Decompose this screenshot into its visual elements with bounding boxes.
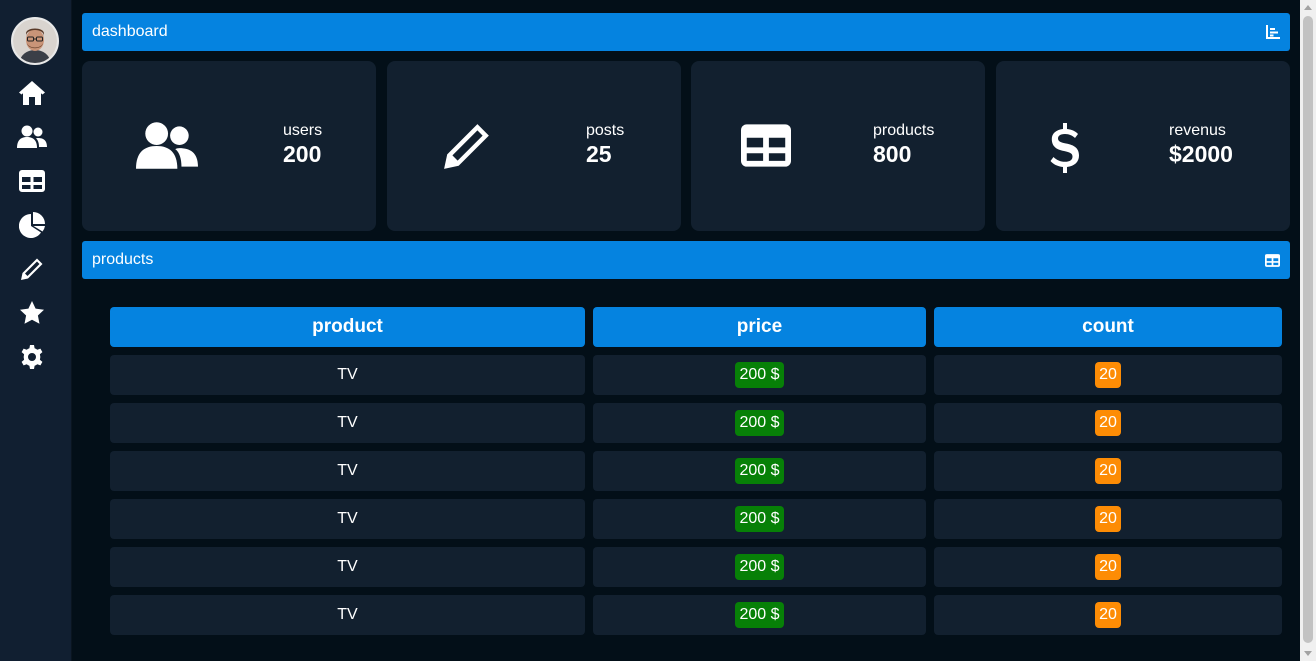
- count-badge: 20: [1095, 410, 1121, 436]
- table-cell-count: 20: [934, 499, 1282, 539]
- count-badge: 20: [1095, 506, 1121, 532]
- table-cell-price: 200 $: [593, 355, 926, 395]
- pencil-icon: [21, 258, 43, 280]
- user-avatar[interactable]: [11, 17, 59, 65]
- table-cell-product: TV: [110, 595, 585, 635]
- table-icon: [19, 170, 45, 192]
- count-badge: 20: [1095, 554, 1121, 580]
- page-scrollbar[interactable]: [1300, 0, 1316, 661]
- dashboard-header: dashboard: [82, 13, 1290, 51]
- sidebar-item-favorites[interactable]: [14, 296, 50, 330]
- table-cell-price: 200 $: [593, 403, 926, 443]
- scroll-down-arrow[interactable]: [1304, 651, 1312, 656]
- stat-card-users: users 200: [82, 61, 376, 231]
- table-cell-product: TV: [110, 499, 585, 539]
- product-name: TV: [337, 510, 358, 527]
- table-cell-count: 20: [934, 547, 1282, 587]
- pie-chart-icon: [19, 212, 45, 238]
- users-icon: [136, 121, 198, 171]
- product-name: TV: [337, 606, 358, 623]
- sidebar-item-users[interactable]: [14, 120, 50, 154]
- table-cell-count: 20: [934, 403, 1282, 443]
- stats-cards: users 200 posts 25 products 800 revenus …: [82, 61, 1290, 231]
- table-icon: [741, 124, 791, 167]
- column-header-price[interactable]: price: [593, 307, 926, 347]
- count-badge: 20: [1095, 458, 1121, 484]
- star-icon: [20, 301, 44, 324]
- count-badge: 20: [1095, 602, 1121, 628]
- table-cell-product: TV: [110, 547, 585, 587]
- table-cell-price: 200 $: [593, 547, 926, 587]
- users-icon: [17, 125, 47, 148]
- price-badge: 200 $: [735, 554, 784, 580]
- gear-icon: [21, 345, 43, 369]
- column-header-count[interactable]: count: [934, 307, 1282, 347]
- table-cell-price: 200 $: [593, 499, 926, 539]
- sidebar-item-charts[interactable]: [14, 208, 50, 242]
- stat-value: $2000: [1169, 141, 1233, 167]
- stat-card-posts: posts 25: [387, 61, 681, 231]
- products-title: products: [92, 251, 154, 268]
- stat-value: 800: [873, 141, 912, 167]
- table-cell-price: 200 $: [593, 595, 926, 635]
- product-name: TV: [337, 366, 358, 383]
- product-name: TV: [337, 414, 358, 431]
- price-badge: 200 $: [735, 602, 784, 628]
- sidebar: [0, 0, 72, 661]
- table-cell-price: 200 $: [593, 451, 926, 491]
- column-header-product[interactable]: product: [110, 307, 585, 347]
- sidebar-item-settings[interactable]: [14, 340, 50, 374]
- table-cell-count: 20: [934, 451, 1282, 491]
- price-badge: 200 $: [735, 410, 784, 436]
- table-icon[interactable]: [1265, 253, 1280, 267]
- stat-card-revenue: revenus $2000: [996, 61, 1290, 231]
- scroll-up-arrow[interactable]: [1304, 5, 1312, 10]
- dashboard-title: dashboard: [92, 23, 168, 40]
- sidebar-item-posts[interactable]: [14, 252, 50, 286]
- scroll-thumb[interactable]: [1303, 16, 1313, 643]
- price-badge: 200 $: [735, 458, 784, 484]
- stat-label: users: [283, 122, 323, 139]
- stat-value: 200: [283, 141, 322, 167]
- pencil-icon: [442, 121, 492, 171]
- bar-chart-icon[interactable]: [1266, 25, 1280, 39]
- sidebar-item-home[interactable]: [14, 76, 50, 110]
- table-cell-count: 20: [934, 355, 1282, 395]
- sidebar-item-table[interactable]: [14, 164, 50, 198]
- price-badge: 200 $: [735, 506, 784, 532]
- stat-card-products: products 800: [691, 61, 985, 231]
- stat-label: posts: [586, 122, 625, 139]
- product-name: TV: [337, 558, 358, 575]
- table-cell-count: 20: [934, 595, 1282, 635]
- count-badge: 20: [1095, 362, 1121, 388]
- price-badge: 200 $: [735, 362, 784, 388]
- stat-label: products: [873, 122, 935, 139]
- stat-value: 25: [586, 141, 612, 167]
- table-cell-product: TV: [110, 403, 585, 443]
- product-name: TV: [337, 462, 358, 479]
- products-header: products: [82, 241, 1290, 279]
- stat-label: revenus: [1169, 122, 1226, 139]
- dollar-icon: [1050, 123, 1080, 173]
- home-icon: [19, 81, 45, 105]
- table-cell-product: TV: [110, 451, 585, 491]
- table-cell-product: TV: [110, 355, 585, 395]
